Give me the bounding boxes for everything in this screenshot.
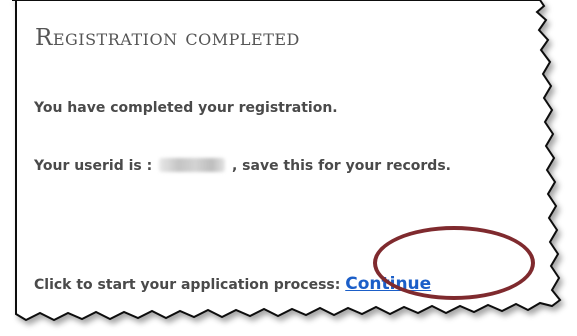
- userid-suffix: , save this for your records.: [231, 158, 451, 174]
- completed-message: You have completed your registration.: [34, 100, 338, 116]
- start-prompt: Click to start your application process:: [34, 277, 341, 293]
- userid-prefix: Your userid is :: [34, 158, 153, 174]
- userid-line: Your userid is : , save this for your re…: [34, 157, 451, 175]
- start-application-line: Click to start your application process:…: [34, 275, 431, 294]
- registration-panel: Registration completed You have complete…: [14, 10, 534, 310]
- userid-redacted-value: [159, 158, 226, 172]
- continue-link[interactable]: Continue: [345, 274, 431, 294]
- page-title: Registration completed: [35, 25, 300, 51]
